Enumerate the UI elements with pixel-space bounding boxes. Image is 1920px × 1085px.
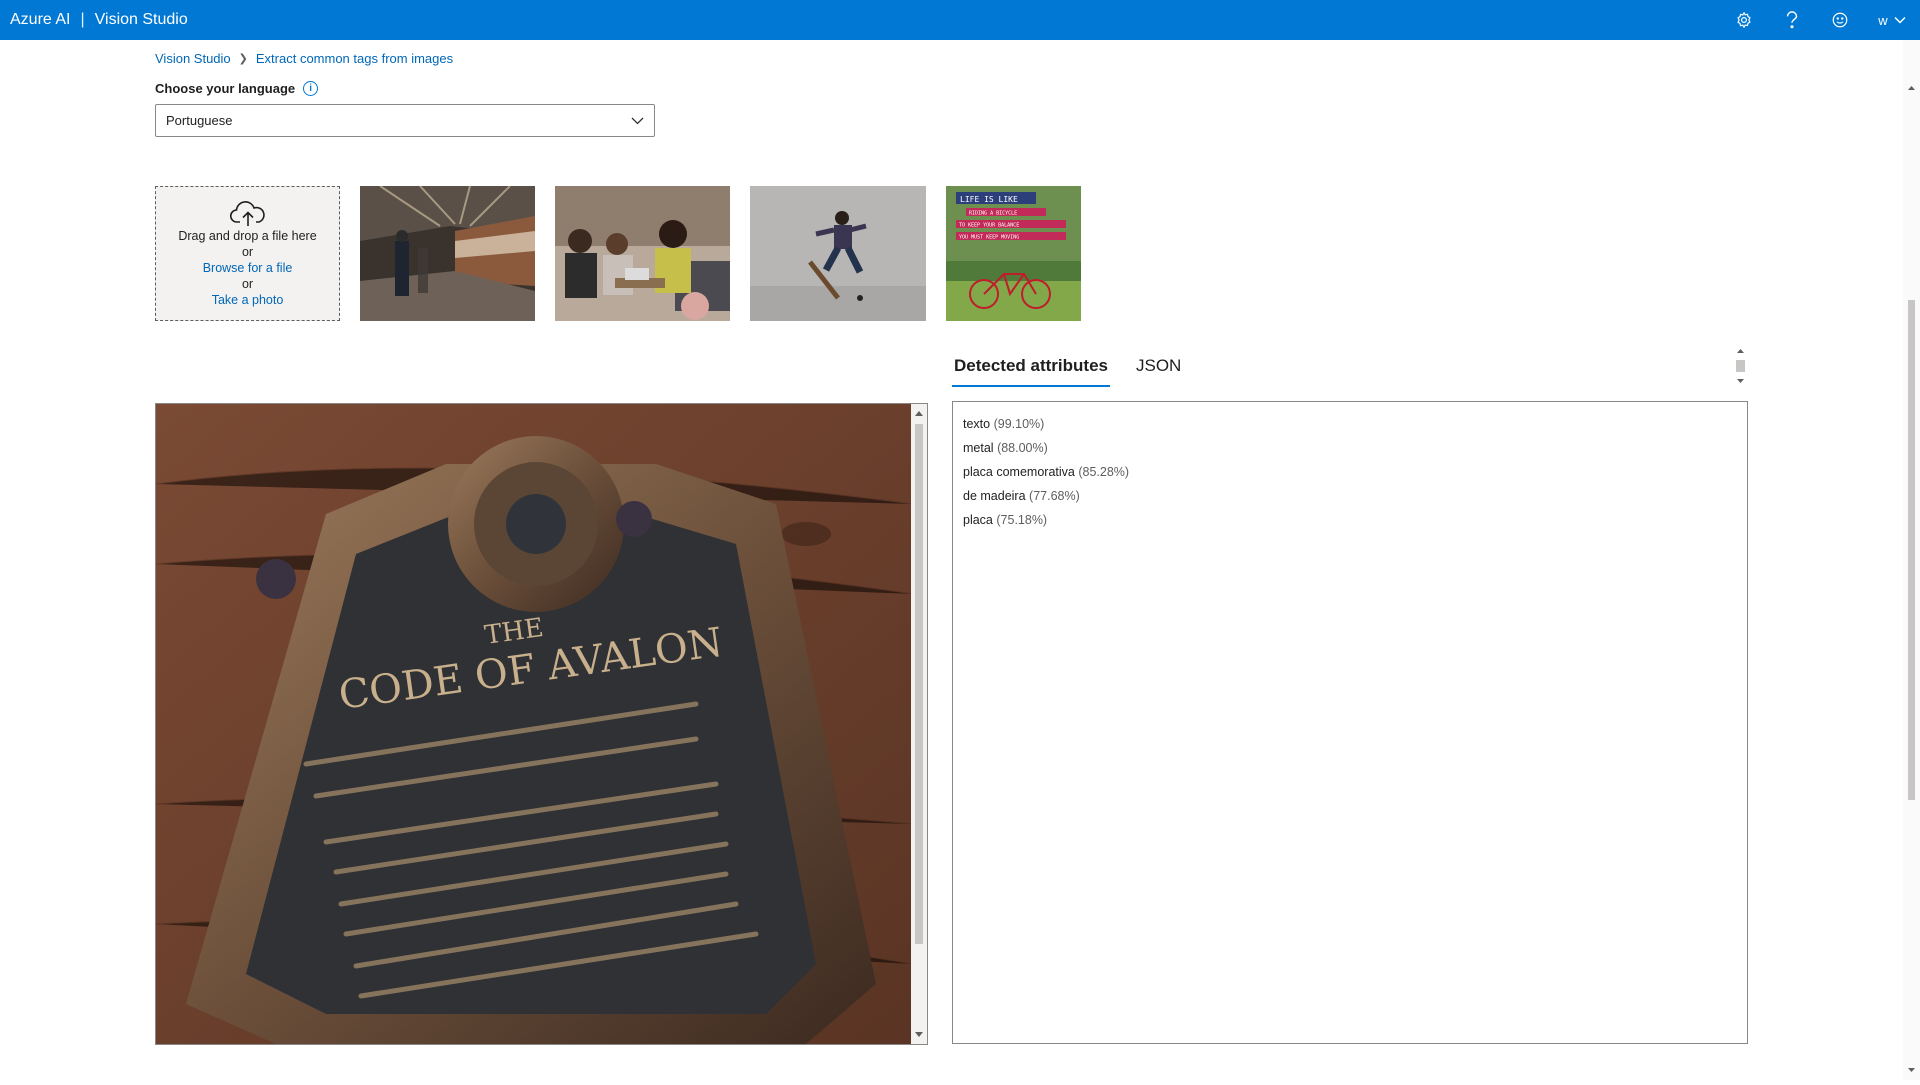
result-confidence: (75.18%) [996, 513, 1048, 527]
result-tag: metal [963, 441, 994, 455]
result-tag: placa comemorativa [963, 465, 1075, 479]
breadcrumb-vision-studio[interactable]: Vision Studio [155, 51, 231, 66]
brand-primary: Azure AI [10, 11, 71, 28]
chevron-down-icon [631, 117, 644, 124]
poster-text-line: LIFE IS LIKE [960, 195, 1018, 204]
result-confidence: (77.68%) [1029, 489, 1080, 503]
breadcrumb: Vision Studio ❯ Extract common tags from… [155, 51, 453, 66]
result-row: de madeira (77.68%) [963, 484, 1737, 508]
breadcrumb-extract-tags[interactable]: Extract common tags from images [256, 51, 453, 66]
chevron-right-icon: ❯ [238, 53, 248, 65]
brand-separator: | [80, 11, 85, 28]
result-confidence: (85.28%) [1078, 465, 1130, 479]
result-tabs: Detected attributes JSON [952, 352, 1183, 387]
result-confidence: (99.10%) [993, 417, 1045, 431]
sample-image-skateboarder[interactable] [750, 186, 926, 321]
tab-json[interactable]: JSON [1134, 352, 1183, 387]
page-scrollbar[interactable] [1903, 40, 1920, 1080]
result-row: placa comemorativa (85.28%) [963, 460, 1737, 484]
plaque-image: THE CODE OF AVALON [156, 404, 914, 1044]
poster-text-line: RIDING A BICYCLE [969, 211, 1017, 217]
info-icon[interactable]: i [303, 81, 319, 96]
upload-dropzone[interactable]: Drag and drop a file here or Browse for … [155, 186, 340, 321]
tabs-scrollbar[interactable] [1734, 346, 1747, 386]
app-brand[interactable]: Azure AI | Vision Studio [0, 11, 188, 29]
image-preview-panel: THE CODE OF AVALON [155, 403, 928, 1045]
language-dropdown[interactable]: Portuguese [155, 104, 655, 137]
user-menu-button[interactable]: w [1864, 0, 1920, 40]
help-button[interactable] [1768, 0, 1816, 40]
skateboarder-photo [750, 186, 926, 321]
language-selected-value: Portuguese [166, 113, 233, 128]
chevron-down-icon [1894, 16, 1906, 24]
detected-attributes-panel: texto (99.10%) metal (88.00%) placa come… [952, 401, 1748, 1044]
browse-file-link[interactable]: Browse for a file [203, 260, 293, 276]
language-label-row: Choose your language i [155, 81, 319, 96]
cloud-upload-icon [229, 200, 265, 226]
user-initial: w [1878, 12, 1888, 28]
tab-detected-attributes[interactable]: Detected attributes [952, 352, 1110, 387]
image-scrollbar[interactable] [911, 404, 927, 1044]
top-bar: Azure AI | Vision Studio w [0, 0, 1920, 40]
result-row: metal (88.00%) [963, 436, 1737, 460]
people-meeting-photo [555, 186, 730, 321]
take-photo-link[interactable]: Take a photo [212, 292, 284, 308]
poster-text-line: TO KEEP YOUR BALANCE [959, 223, 1019, 229]
bicycle-poster-photo: LIFE IS LIKE RIDING A BICYCLE TO KEEP YO… [946, 186, 1081, 321]
result-tag: placa [963, 513, 993, 527]
feedback-button[interactable] [1816, 0, 1864, 40]
sample-image-meeting[interactable] [555, 186, 730, 321]
upload-drag-text: Drag and drop a file here [178, 228, 317, 243]
sample-image-subway[interactable] [360, 186, 535, 321]
result-row: placa (75.18%) [963, 508, 1737, 532]
gear-icon [1737, 11, 1751, 29]
top-icons: w [1720, 0, 1920, 40]
subway-station-photo [360, 186, 535, 321]
upload-or-text: or [241, 244, 254, 259]
smiley-icon [1832, 12, 1848, 28]
sample-image-bicycle-poster[interactable]: LIFE IS LIKE RIDING A BICYCLE TO KEEP YO… [946, 186, 1081, 321]
help-icon [1786, 11, 1798, 29]
result-tag: de madeira [963, 489, 1026, 503]
poster-text-line: YOU MUST KEEP MOVING [959, 235, 1019, 241]
settings-button[interactable] [1720, 0, 1768, 40]
result-confidence: (88.00%) [997, 441, 1048, 455]
result-row: texto (99.10%) [963, 412, 1737, 436]
result-tag: texto [963, 417, 991, 431]
brand-secondary: Vision Studio [94, 11, 188, 28]
upload-or-text: or [241, 276, 254, 291]
language-label: Choose your language [155, 81, 296, 96]
